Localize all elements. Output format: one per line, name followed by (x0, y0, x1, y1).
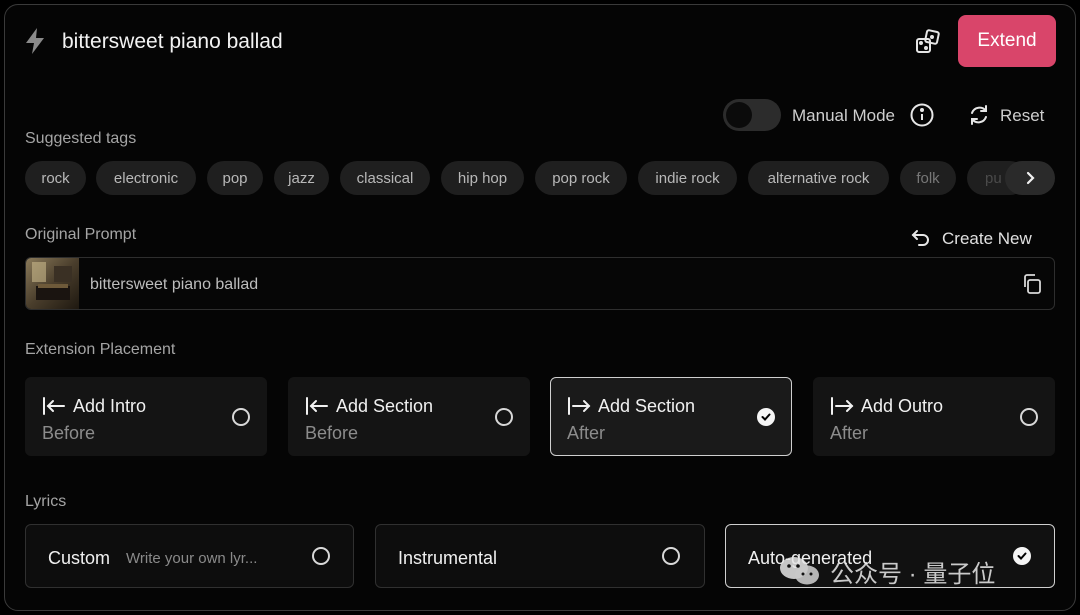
original-prompt-label: Original Prompt (25, 226, 137, 243)
arrow-left-bar-icon (43, 397, 65, 415)
tag-list: rock electronic pop jazz classical hip h… (25, 161, 1055, 195)
placement-sub: Before (305, 423, 359, 443)
reset-button[interactable]: Reset (1000, 106, 1044, 126)
placement-option-add-outro[interactable]: Add Outro After (813, 377, 1055, 456)
placement-sub: Before (42, 423, 96, 443)
placement-option-add-intro[interactable]: Add Intro Before (25, 377, 267, 456)
placement-title: Add Section (598, 396, 696, 416)
tag-chip[interactable]: jazz (274, 161, 329, 195)
arrow-left-bar-icon (306, 397, 328, 415)
info-icon[interactable] (909, 102, 935, 128)
tag-chip[interactable]: electronic (96, 161, 196, 195)
suggested-tags-label: Suggested tags (25, 130, 137, 147)
track-title: bittersweet piano ballad (62, 30, 283, 53)
lyrics-hint: Write your own lyr... (126, 550, 258, 567)
create-new-button[interactable]: Create New (942, 229, 1032, 249)
manual-mode-toggle[interactable] (723, 99, 781, 131)
placement-sub: After (567, 423, 606, 443)
tag-chip[interactable]: folk (900, 161, 956, 195)
placement-option-add-section-after[interactable]: Add Section After (550, 377, 792, 456)
lyrics-option-instrumental[interactable]: Instrumental (375, 524, 705, 588)
radio-button[interactable] (1020, 408, 1038, 426)
check-icon (761, 413, 771, 421)
bolt-icon (26, 28, 44, 54)
wechat-icon (780, 557, 819, 585)
tag-chip[interactable]: pop rock (535, 161, 627, 195)
radio-button[interactable] (662, 547, 680, 565)
reset-icon[interactable] (968, 104, 990, 126)
placement-title: Add Outro (861, 396, 944, 416)
tag-chip[interactable]: alternative rock (748, 161, 889, 195)
check-icon (1017, 552, 1027, 560)
prompt-text: bittersweet piano ballad (90, 276, 259, 293)
tag-chip[interactable]: hip hop (441, 161, 524, 195)
radio-button-checked[interactable] (757, 408, 775, 426)
lyrics-title: Instrumental (398, 548, 498, 568)
placement-sub: After (830, 423, 869, 443)
watermark-text: 公众号 · 量子位 (830, 560, 996, 588)
tag-chip[interactable]: classical (340, 161, 430, 195)
watermark: 公众号 · 量子位 (778, 553, 995, 589)
radio-button[interactable] (312, 547, 330, 565)
toggle-knob (726, 102, 752, 128)
placement-option-add-section-before[interactable]: Add Section Before (288, 377, 530, 456)
placement-title: Add Intro (73, 396, 147, 416)
undo-icon[interactable] (911, 228, 931, 248)
original-prompt-field[interactable]: bittersweet piano ballad (25, 257, 1055, 310)
radio-button[interactable] (495, 408, 513, 426)
radio-button[interactable] (232, 408, 250, 426)
extension-placement-label: Extension Placement (25, 341, 176, 358)
lyrics-title: Custom (48, 548, 111, 568)
dice-icon[interactable] (914, 28, 942, 56)
extend-button[interactable]: Extend (958, 15, 1056, 67)
lyrics-option-custom[interactable]: Custom Write your own lyr... (25, 524, 354, 588)
copy-icon[interactable] (1020, 272, 1044, 296)
arrow-right-bar-icon (831, 397, 854, 415)
placement-title: Add Section (336, 396, 434, 416)
arrow-right-bar-icon (568, 397, 591, 415)
radio-button-checked[interactable] (1013, 547, 1031, 565)
tags-next-button[interactable] (1005, 161, 1055, 195)
tag-chip[interactable]: rock (25, 161, 86, 195)
chevron-right-icon (1026, 171, 1035, 185)
tag-chip[interactable]: indie rock (638, 161, 737, 195)
tag-chip[interactable]: pop (207, 161, 263, 195)
manual-mode-label: Manual Mode (792, 106, 896, 125)
cover-thumbnail (26, 258, 79, 309)
lyrics-label: Lyrics (25, 493, 67, 510)
